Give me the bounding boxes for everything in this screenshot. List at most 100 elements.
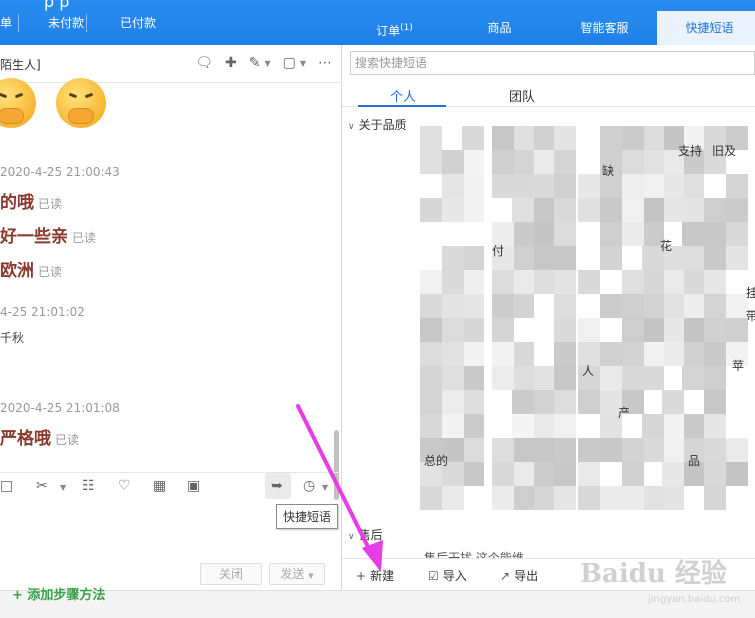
import-button[interactable]: ☑ 导入 xyxy=(428,567,467,584)
mosaic-tile xyxy=(532,366,554,390)
mosaic-tile xyxy=(420,414,442,438)
mosaic-tile xyxy=(442,318,464,342)
heart-icon[interactable]: ♡ xyxy=(118,478,131,494)
mosaic-tile xyxy=(578,390,600,414)
mosaic-tile xyxy=(554,462,576,486)
mosaic-tile xyxy=(682,270,704,294)
mosaic-tile xyxy=(462,150,484,174)
mosaic-tile xyxy=(726,174,748,198)
mosaic-tile xyxy=(532,486,554,510)
more-icon[interactable]: ⋯ xyxy=(318,55,332,71)
mosaic-tile xyxy=(532,462,554,486)
phrase-fragment: 产 xyxy=(618,406,631,420)
tab-order-all[interactable]: 单 xyxy=(0,14,12,34)
mosaic-tile xyxy=(512,390,534,414)
mosaic-tile xyxy=(726,222,748,246)
mosaic-tile xyxy=(512,246,534,270)
vibrate-icon[interactable]: ☷ xyxy=(82,478,95,494)
mosaic-tile xyxy=(578,318,600,342)
tab-unpaid[interactable]: 未付款 xyxy=(48,14,84,34)
mosaic-tile xyxy=(554,390,576,414)
chevron-down-icon[interactable]: ▼ xyxy=(308,572,313,580)
tab-products-label: 商品 xyxy=(487,21,512,35)
mosaic-tile xyxy=(726,318,748,342)
mosaic-tile xyxy=(622,174,644,198)
tab-personal[interactable]: 个人 xyxy=(390,86,416,105)
tab-quick-phrases[interactable]: 快捷短语 xyxy=(657,11,755,45)
tab-paid[interactable]: 已付款 xyxy=(120,14,156,34)
mosaic-tile xyxy=(642,438,664,462)
add-contact-icon[interactable]: ✚ xyxy=(225,55,237,71)
new-phrase-button[interactable]: + 新建 xyxy=(356,567,394,584)
mosaic-tile xyxy=(704,486,726,510)
mosaic-tile xyxy=(462,366,484,390)
quick-phrase-panel: 搜索快捷短语 个人 团队 ∨ 关于品质 支持 旧及 花 缺 挂 带 苹 总的 人 … xyxy=(342,45,755,590)
emoji-picker-icon[interactable]: □ xyxy=(0,478,13,494)
mosaic-tile xyxy=(662,198,684,222)
tab-products[interactable]: 商品 xyxy=(447,11,552,45)
mosaic-tile xyxy=(682,174,704,198)
chevron-down-icon[interactable]: ▼ xyxy=(300,59,306,71)
phrase-fragment: 苹 xyxy=(732,359,745,373)
mosaic-tile xyxy=(726,438,748,462)
mosaic-tile xyxy=(442,342,464,366)
mosaic-tile xyxy=(532,222,554,246)
export-button[interactable]: ↗ 导出 xyxy=(500,567,538,584)
tab-team[interactable]: 团队 xyxy=(509,86,535,105)
chevron-down-icon[interactable]: ▼ xyxy=(60,483,66,492)
mosaic-tile xyxy=(622,126,644,150)
covering-mouth-emoji-icon xyxy=(56,78,106,128)
send-label: 发送 xyxy=(280,567,305,581)
tab-orders[interactable]: 订单(1) xyxy=(342,11,447,45)
mosaic-tile xyxy=(662,342,684,366)
comment-icon[interactable]: 🗨 xyxy=(195,55,213,71)
plus-icon: + xyxy=(356,568,367,583)
chevron-down-icon[interactable]: ▼ xyxy=(322,483,328,492)
phrase-owner-tabs: 个人 团队 xyxy=(342,83,755,107)
phrase-fragment: 品 xyxy=(688,454,701,468)
invoice-icon[interactable]: ▣ xyxy=(187,478,200,494)
mosaic-tile xyxy=(462,246,484,270)
mosaic-tile xyxy=(442,366,464,390)
tab-smart-service[interactable]: 智能客服 xyxy=(552,11,657,45)
mosaic-tile xyxy=(512,438,534,462)
edit-icon[interactable]: ✎ xyxy=(249,55,261,71)
chat-message-text: 严格哦 xyxy=(0,429,51,449)
mosaic-tile xyxy=(512,126,534,150)
quick-phrase-icon[interactable]: ➥ xyxy=(271,478,283,494)
calendar-icon[interactable]: ▦ xyxy=(153,478,166,494)
mosaic-tile xyxy=(600,222,622,246)
chat-panel: 陌生人] 🗨 ✚ ✎ ▼ ▢ ▼ ⋯ 2020-4-25 21:00:43 的哦… xyxy=(0,45,342,590)
mosaic-tile xyxy=(492,174,514,198)
mosaic-tile xyxy=(442,150,464,174)
mosaic-tile xyxy=(462,270,484,294)
scissors-icon[interactable]: ✂ xyxy=(36,478,48,494)
mosaic-tile xyxy=(492,150,514,174)
chevron-down-icon[interactable]: ▼ xyxy=(264,59,270,71)
mosaic-tile xyxy=(442,486,464,510)
mosaic-tile xyxy=(442,174,464,198)
top-bar-title: p p xyxy=(44,0,70,11)
chat-header-icons: 🗨 ✚ ✎ ▼ ▢ ▼ ⋯ xyxy=(195,55,332,71)
mosaic-tile xyxy=(622,150,644,174)
close-button[interactable]: 关闭 xyxy=(200,563,262,585)
chat-scrollbar[interactable]: ▼ xyxy=(331,85,341,515)
mosaic-tile xyxy=(442,390,464,414)
video-icon[interactable]: ▢ xyxy=(283,55,296,71)
covering-mouth-emoji-icon xyxy=(0,78,36,128)
mosaic-tile xyxy=(512,270,534,294)
mosaic-tile xyxy=(512,462,534,486)
phrase-group-aftersales[interactable]: ∨ 售后 xyxy=(348,526,383,543)
quick-phrase-search-input[interactable]: 搜索快捷短语 xyxy=(350,51,755,75)
mosaic-tile xyxy=(492,270,514,294)
send-button[interactable]: 发送 ▼ xyxy=(269,563,325,585)
add-step-link[interactable]: + 添加步骤方法 xyxy=(12,589,105,602)
mosaic-tile xyxy=(642,366,664,390)
history-icon[interactable]: ◷ xyxy=(303,478,315,494)
mosaic-tile xyxy=(726,294,748,318)
input-toolbar: □ ✂ ▼ ☷ ♡ ▦ ▣ ➥ ◷ ▼ xyxy=(0,472,342,500)
mosaic-tile xyxy=(420,198,442,222)
message-timestamp: 4-25 21:01:02 xyxy=(0,305,85,319)
mosaic-tile xyxy=(642,414,664,438)
mosaic-tile xyxy=(642,342,664,366)
